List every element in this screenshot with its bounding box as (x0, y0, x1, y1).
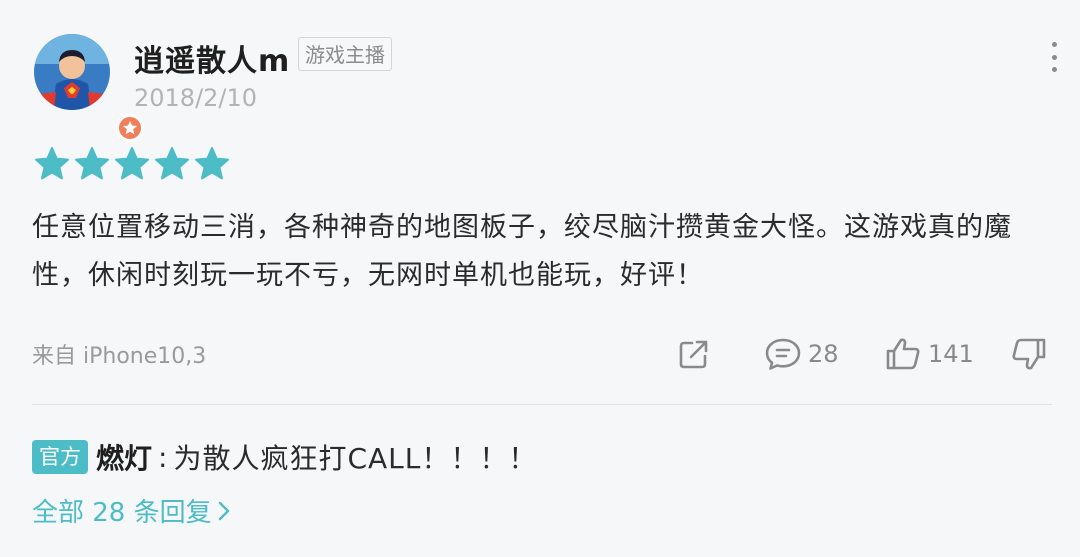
like-count: 141 (928, 340, 974, 368)
reply-text: 为散人疯狂打CALL！！！！ (173, 442, 538, 475)
all-replies-label: 全部 28 条回复 (32, 498, 212, 528)
review-card: 逍遥散人m 游戏主播 2018/2/10 任意位置移动三消，各种神奇的地图板子，… (0, 0, 1080, 557)
share-button[interactable] (676, 334, 712, 374)
comment-count: 28 (808, 340, 839, 368)
avatar[interactable] (34, 34, 144, 142)
chevron-right-icon (218, 501, 229, 520)
author-name[interactable]: 逍遥散人m (134, 36, 290, 80)
device-label: 来自 iPhone10,3 (32, 344, 207, 369)
divider (32, 404, 1052, 405)
verified-badge-icon (116, 114, 144, 142)
vertical-dots-icon[interactable] (1040, 42, 1068, 72)
star-icon (155, 147, 189, 180)
star-icon (115, 147, 149, 180)
thumbs-up-icon (886, 338, 920, 370)
comment-button[interactable]: 28 (764, 334, 839, 374)
star-icon (75, 147, 109, 180)
review-text: 任意位置移动三消，各种神奇的地图板子，绞尽脑汁攒黄金大怪。这游戏真的魔性，休闲时… (32, 212, 1012, 291)
avatar-image (34, 34, 110, 110)
role-badge: 游戏主播 (298, 37, 392, 71)
star-icon (195, 147, 229, 180)
share-icon (679, 340, 708, 369)
official-reply[interactable]: 官方 燃灯 : 为散人疯狂打CALL！！！！ (32, 437, 537, 477)
official-badge: 官方 (32, 440, 88, 474)
star-icon (35, 147, 69, 180)
reply-separator: : (158, 440, 168, 474)
post-date: 2018/2/10 (134, 84, 258, 112)
star-rating (34, 146, 230, 182)
like-button[interactable]: 141 (884, 334, 974, 374)
reply-author[interactable]: 燃灯 (96, 437, 152, 477)
comment-icon (765, 338, 801, 370)
thumbs-down-icon (1012, 338, 1046, 370)
all-replies-link[interactable]: 全部 28 条回复 (32, 492, 232, 529)
dislike-button[interactable] (1010, 334, 1048, 374)
